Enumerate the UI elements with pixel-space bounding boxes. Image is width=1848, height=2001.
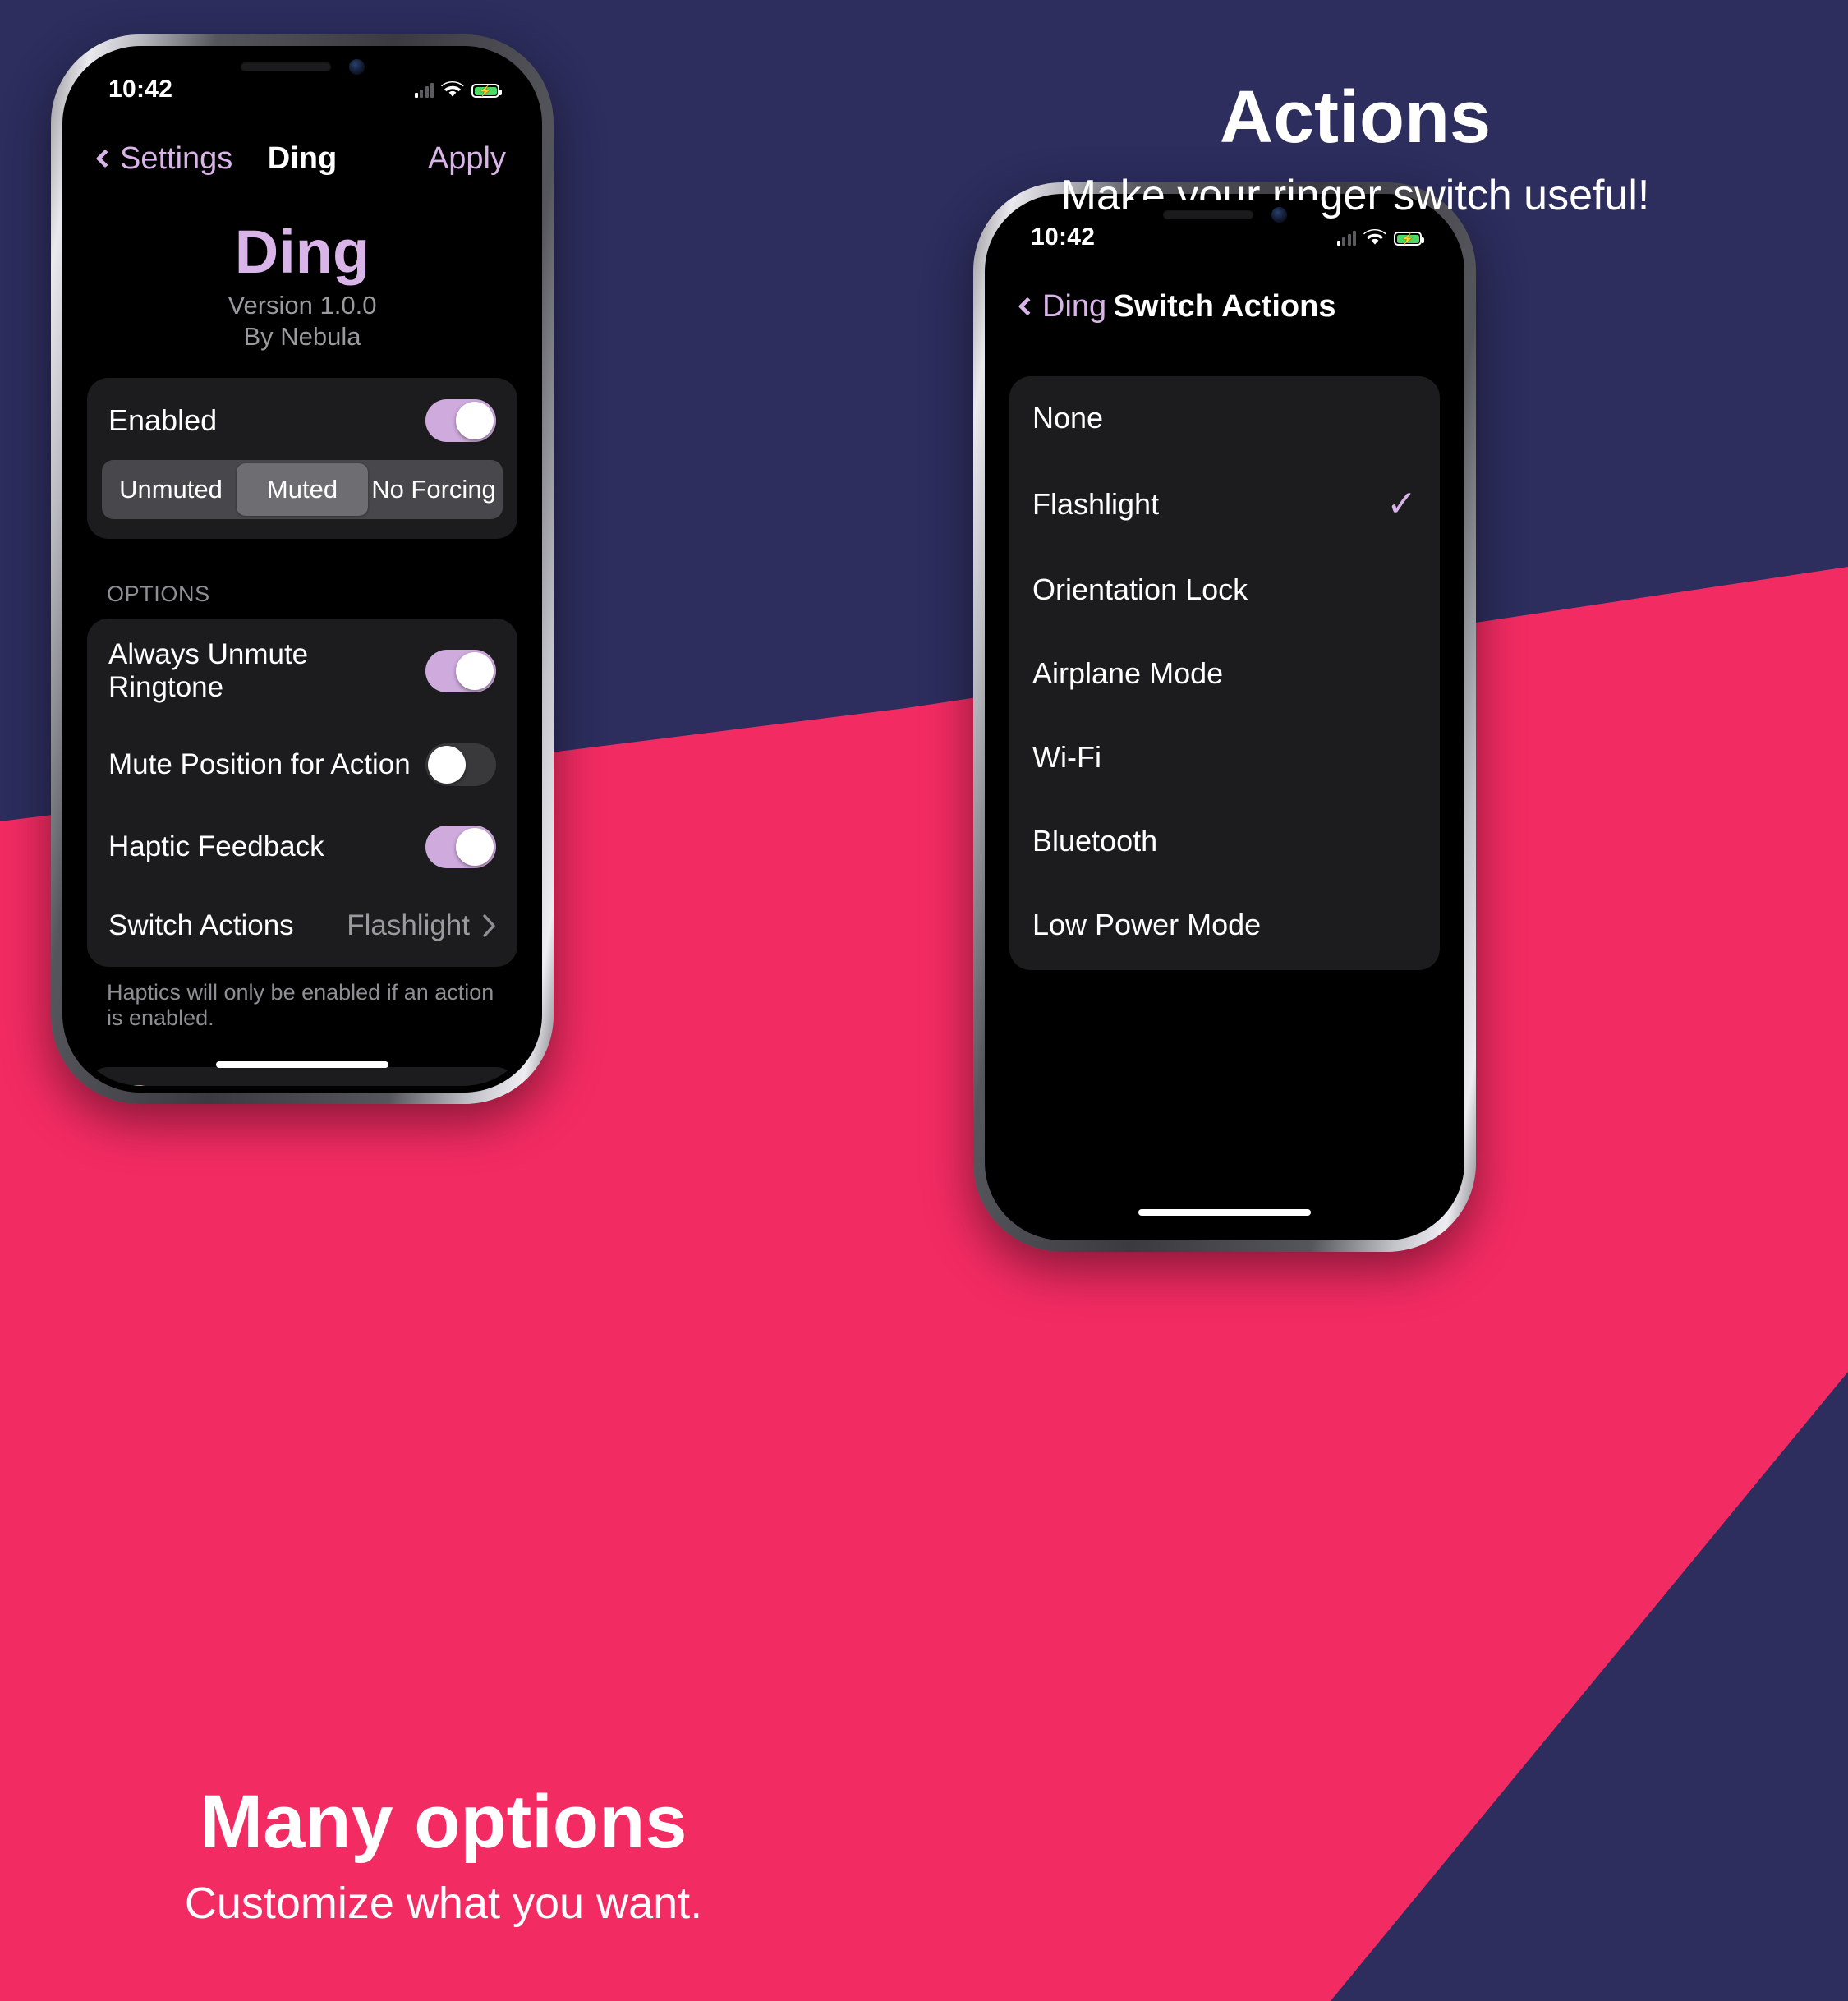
right-phone-screen: 10:42 ⚡ Ding Switch Actions None Flashli… [991, 200, 1458, 1234]
navigation-bar: Settings Ding Apply [69, 128, 536, 189]
option-label: Always Unmute Ringtone [108, 637, 309, 703]
home-indicator [216, 1061, 388, 1068]
back-button[interactable]: Ding [1018, 288, 1107, 324]
app-name: Ding [234, 218, 370, 286]
chevron-left-icon [1018, 297, 1037, 316]
apply-button[interactable]: Apply [428, 141, 506, 177]
action-item-orientation-lock[interactable]: Orientation Lock ✓ [1009, 548, 1440, 632]
option-row-always-unmute-ringtone[interactable]: Always Unmute Ringtone [87, 619, 517, 724]
earpiece-speaker-icon [240, 62, 331, 71]
option-row-mute-position-for-action[interactable]: Mute Position for Action [87, 724, 517, 806]
navigation-bar: Ding Switch Actions [991, 276, 1458, 337]
app-version: Version 1.0.0 [228, 290, 377, 320]
action-item-low-power-mode[interactable]: Low Power Mode ✓ [1009, 883, 1440, 970]
force-mode-segmented-control[interactable]: Unmuted Muted No Forcing [102, 459, 503, 519]
action-item-airplane-mode[interactable]: Airplane Mode ✓ [1009, 632, 1440, 715]
action-item-label: None [1032, 401, 1104, 435]
avatar [108, 1084, 168, 1086]
status-time: 10:42 [108, 76, 173, 103]
action-item-label: Bluetooth [1032, 824, 1158, 858]
cellular-bars-icon [1336, 231, 1356, 246]
enabled-row[interactable]: Enabled [87, 378, 517, 460]
cellular-bars-icon [414, 83, 434, 98]
notch [208, 53, 397, 80]
battery-charging-icon: ⚡ [471, 84, 502, 98]
caption-actions: Actions Make your ringer switch useful! [920, 79, 1791, 221]
checkmark-icon: ✓ [1386, 484, 1417, 524]
haptic-feedback-toggle[interactable] [425, 825, 496, 868]
mute-position-for-action-toggle[interactable] [425, 743, 496, 786]
back-button-label: Ding [1042, 288, 1107, 324]
action-item-label: Wi-Fi [1032, 740, 1101, 774]
credits-group: Nebula @itsnebulalol [87, 1066, 517, 1086]
option-label: Haptic Feedback [108, 830, 324, 862]
segment-unmuted[interactable]: Unmuted [105, 463, 237, 516]
switch-actions-value: Flashlight [347, 908, 470, 941]
wifi-icon [1363, 229, 1386, 245]
chevron-left-icon [95, 149, 115, 168]
status-time: 10:42 [1031, 223, 1096, 251]
front-camera-icon [348, 58, 365, 75]
apply-button-label: Apply [427, 140, 506, 176]
action-item-label: Orientation Lock [1032, 573, 1248, 606]
options-section-header: OPTIONS [107, 581, 210, 606]
app-author: By Nebula [243, 321, 361, 351]
enabled-row-label: Enabled [108, 402, 218, 437]
options-group: Always Unmute Ringtone Mute Position for… [87, 618, 517, 967]
notch [1130, 200, 1319, 228]
enabled-group: Enabled Unmuted Muted No Forcing [87, 377, 517, 539]
left-phone-screen: 10:42 ⚡ Settings Ding Apply Ding Version… [69, 53, 536, 1086]
segment-no-forcing[interactable]: No Forcing [368, 463, 499, 516]
credit-name: Nebula [186, 1083, 445, 1086]
always-unmute-ringtone-toggle[interactable] [425, 649, 496, 692]
option-row-haptic-feedback[interactable]: Haptic Feedback [87, 806, 517, 888]
action-item-label: Flashlight [1032, 486, 1160, 521]
option-label: Switch Actions [108, 908, 294, 941]
action-item-flashlight[interactable]: Flashlight ✓ [1009, 460, 1440, 548]
action-item-none[interactable]: None ✓ [1009, 376, 1440, 460]
right-phone-device: 10:42 ⚡ Ding Switch Actions None Flashli… [973, 182, 1476, 1252]
action-item-label: Airplane Mode [1032, 656, 1224, 690]
credit-row-nebula[interactable]: Nebula @itsnebulalol [87, 1067, 517, 1086]
caption-many-options-title: Many options [200, 1780, 687, 1864]
wifi-icon [441, 81, 464, 97]
left-phone-device: 10:42 ⚡ Settings Ding Apply Ding Version… [51, 34, 554, 1104]
home-indicator [1138, 1209, 1311, 1216]
option-label: Mute Position for Action [108, 748, 411, 780]
caption-many-options: Many options Customize what you want. [33, 1782, 854, 1930]
app-hero: Ding Version 1.0.0 By Nebula [69, 220, 536, 352]
options-section-footer: Haptics will only be enabled if an actio… [107, 979, 494, 1030]
chevron-right-icon [483, 913, 495, 937]
action-item-label: Low Power Mode [1032, 908, 1262, 941]
back-button[interactable]: Settings [95, 140, 233, 177]
action-item-wifi[interactable]: Wi-Fi ✓ [1009, 715, 1440, 799]
option-row-switch-actions[interactable]: Switch Actions Flashlight [87, 888, 517, 967]
switch-actions-list: None ✓ Flashlight ✓ Orientation Lock ✓ A… [1009, 376, 1440, 970]
action-item-bluetooth[interactable]: Bluetooth ✓ [1009, 799, 1440, 883]
battery-charging-icon: ⚡ [1394, 232, 1424, 246]
earpiece-speaker-icon [1162, 209, 1253, 219]
caption-actions-title: Actions [1219, 76, 1492, 159]
back-button-label: Settings [120, 140, 233, 176]
enabled-toggle[interactable] [425, 398, 496, 442]
caption-many-options-subtitle: Customize what you want. [184, 1878, 703, 1928]
front-camera-icon [1271, 206, 1287, 223]
segment-muted[interactable]: Muted [237, 462, 368, 516]
